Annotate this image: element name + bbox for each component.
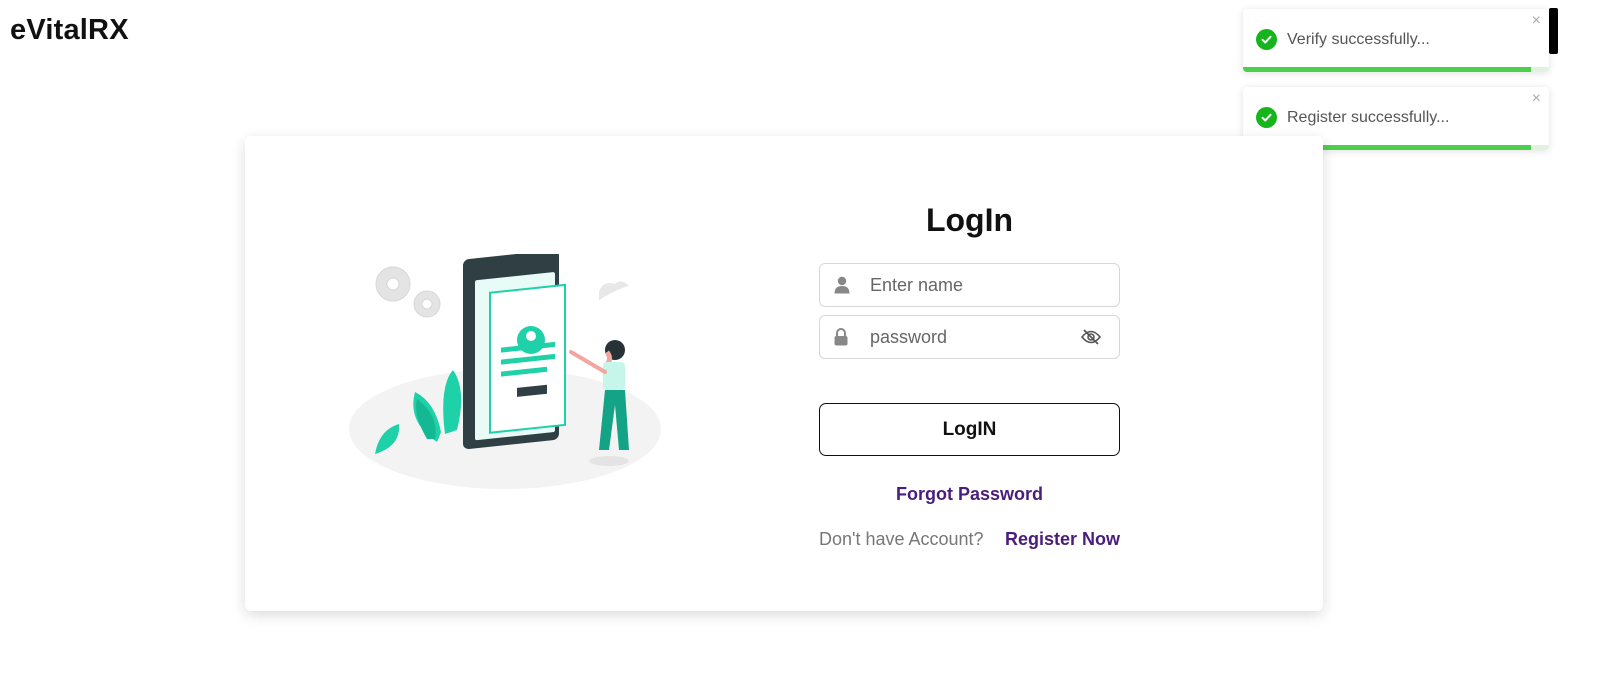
- user-icon: [834, 276, 850, 299]
- login-illustration: [349, 254, 661, 489]
- toast-message: Verify successfully...: [1287, 31, 1430, 48]
- login-button[interactable]: LogIN: [819, 403, 1120, 456]
- name-field-wrapper: [819, 263, 1120, 307]
- eye-slash-icon[interactable]: [1080, 329, 1102, 350]
- password-input[interactable]: [868, 322, 1072, 352]
- password-field-wrapper: [819, 315, 1120, 359]
- name-input[interactable]: [868, 270, 1072, 300]
- login-card: LogIn LogIN Forgot Password Don't have A…: [245, 136, 1323, 611]
- corner-bar: [1549, 8, 1558, 54]
- register-now-link[interactable]: Register Now: [1005, 529, 1120, 550]
- toast-message: Register successfully...: [1287, 109, 1450, 126]
- toast-verify: Verify successfully... ×: [1243, 9, 1549, 72]
- gear-icon: [375, 266, 441, 318]
- toast-close-icon[interactable]: ×: [1532, 12, 1541, 30]
- register-prompt: Don't have Account?: [819, 529, 984, 549]
- toast-progress-bar: [1243, 67, 1531, 72]
- forgot-password-link[interactable]: Forgot Password: [819, 484, 1120, 505]
- app-logo: eVitalRX: [10, 14, 129, 46]
- login-title: LogIn: [925, 202, 1014, 238]
- toast-close-icon[interactable]: ×: [1532, 90, 1541, 108]
- lock-icon: [834, 328, 848, 351]
- success-check-icon: [1256, 29, 1277, 50]
- register-prompt-row: Don't have Account? Register Now: [819, 529, 1120, 550]
- toast-progress-track: [1243, 67, 1549, 72]
- success-check-icon: [1256, 107, 1277, 128]
